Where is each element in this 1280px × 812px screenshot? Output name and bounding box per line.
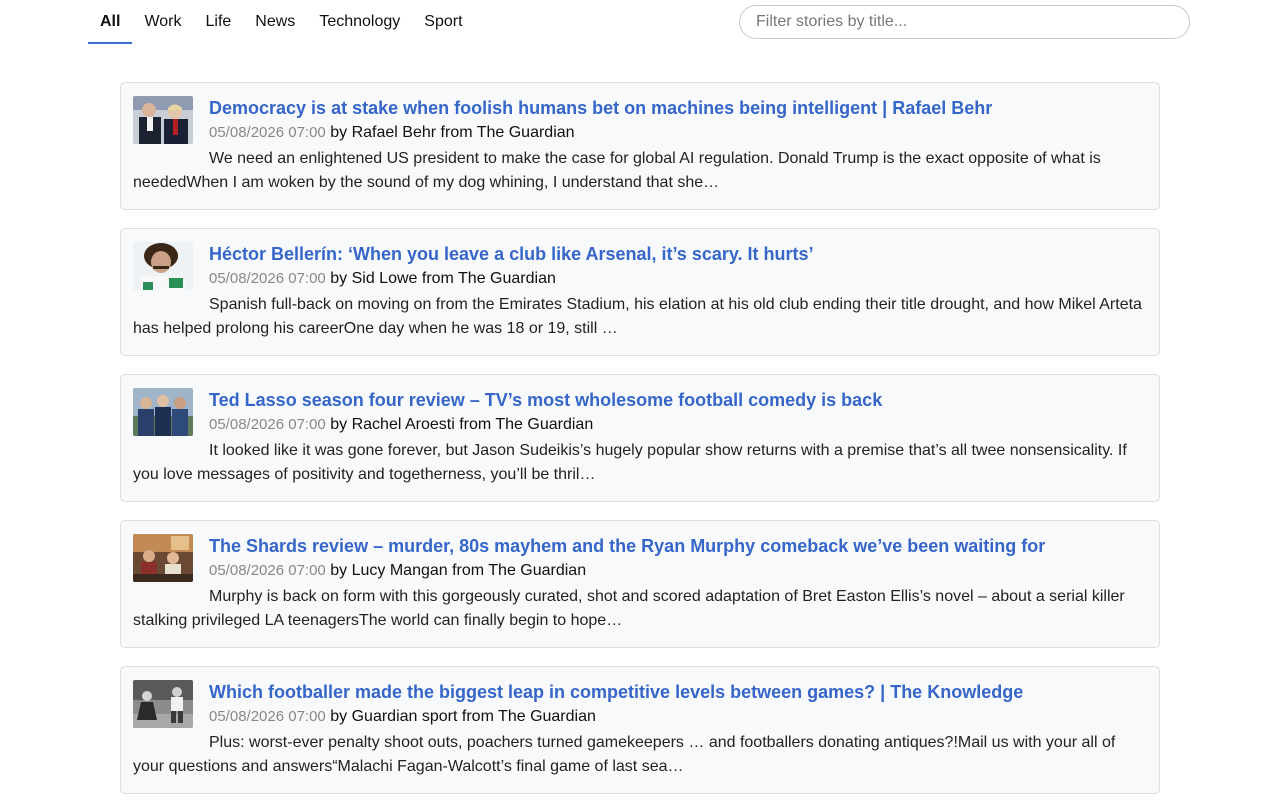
story-card: Ted Lasso season four review – TV’s most… [120,374,1160,502]
tv-show-photo-icon[interactable] [133,388,193,436]
politicians-photo-icon[interactable] [133,96,193,144]
by-label: by [330,124,348,141]
story-meta: 05/08/2026 07:00 by Guardian sport from … [133,705,1147,731]
story-summary: Spanish full-back on moving on from the … [133,296,1142,337]
category-tabs: All Work Life News Technology Sport [88,0,475,46]
from-label: from [461,708,494,725]
by-label: by [330,270,348,287]
from-label: from [421,270,454,287]
story-source: The Guardian [458,270,556,287]
filter-search-input[interactable] [739,5,1190,39]
story-summary: Murphy is back on form with this gorgeou… [133,588,1125,629]
by-label: by [330,562,348,579]
story-author: Lucy Mangan [351,562,448,579]
story-date: 05/08/2026 07:00 [209,708,326,725]
story-author: Guardian sport [351,708,458,725]
story-title-link[interactable]: Which footballer made the biggest leap i… [209,679,1147,705]
story-card: Democracy is at stake when foolish human… [120,82,1160,210]
story-title-link[interactable]: Democracy is at stake when foolish human… [209,95,1147,121]
story-card: Which footballer made the biggest leap i… [120,666,1160,794]
from-label: from [459,416,492,433]
story-card: The Shards review – murder, 80s mayhem a… [120,520,1160,648]
top-bar: All Work Life News Technology Sport [0,0,1280,46]
tab-all[interactable]: All [88,0,133,44]
story-author: Sid Lowe [351,270,418,287]
story-summary: We need an enlightened US president to m… [133,150,1101,191]
story-summary: Plus: worst-ever penalty shoot outs, poa… [133,734,1116,775]
story-meta: 05/08/2026 07:00 by Rafael Behr from The… [133,121,1147,147]
story-meta: 05/08/2026 07:00 by Lucy Mangan from The… [133,559,1147,585]
story-summary: It looked like it was gone forever, but … [133,442,1127,483]
football-photo-icon[interactable] [133,680,193,728]
story-meta: 05/08/2026 07:00 by Sid Lowe from The Gu… [133,267,1147,293]
story-date: 05/08/2026 07:00 [209,270,326,287]
story-card: Héctor Bellerín: ‘When you leave a club … [120,228,1160,356]
story-source: The Guardian [476,124,575,141]
story-author: Rafael Behr [351,124,437,141]
story-source: The Guardian [495,416,594,433]
tab-news[interactable]: News [243,0,307,44]
story-source: The Guardian [488,562,587,579]
story-source: The Guardian [498,708,596,725]
story-title-link[interactable]: Ted Lasso season four review – TV’s most… [209,387,1147,413]
by-label: by [330,708,348,725]
story-date: 05/08/2026 07:00 [209,124,326,141]
by-label: by [330,416,348,433]
drama-scene-photo-icon[interactable] [133,534,193,582]
story-list: Democracy is at stake when foolish human… [120,82,1160,812]
story-title-link[interactable]: The Shards review – murder, 80s mayhem a… [209,533,1147,559]
from-label: from [440,124,473,141]
tab-sport[interactable]: Sport [412,0,474,44]
tab-technology[interactable]: Technology [307,0,412,44]
tab-work[interactable]: Work [132,0,193,44]
story-date: 05/08/2026 07:00 [209,562,326,579]
story-title-link[interactable]: Héctor Bellerín: ‘When you leave a club … [209,241,1147,267]
tab-life[interactable]: Life [194,0,244,44]
story-author: Rachel Aroesti [351,416,455,433]
story-date: 05/08/2026 07:00 [209,416,326,433]
from-label: from [452,562,485,579]
story-meta: 05/08/2026 07:00 by Rachel Aroesti from … [133,413,1147,439]
portrait-photo-icon[interactable] [133,242,193,290]
